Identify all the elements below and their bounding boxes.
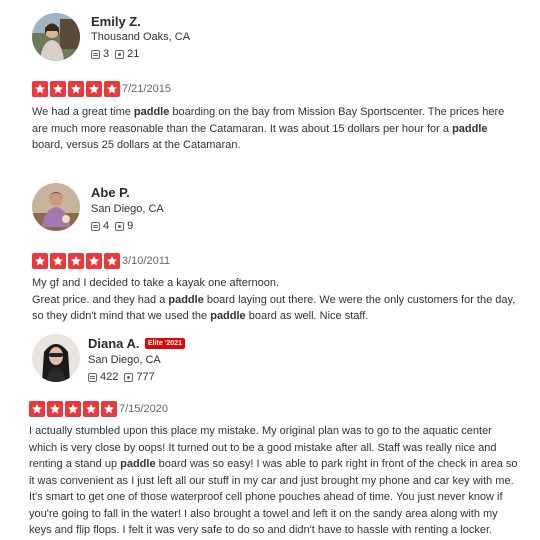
- user-photo-icon: [32, 334, 80, 382]
- avatar[interactable]: [32, 183, 80, 231]
- photo-count-icon: [124, 372, 134, 382]
- star-icon: [101, 401, 117, 417]
- reviewer-location: San Diego, CA: [88, 354, 161, 366]
- review-text-line: My gf and I decided to take a kayak one …: [32, 277, 280, 289]
- review-text-line: Great price. and they had a paddle board…: [32, 293, 516, 306]
- review-text-line: you're going to fall in the water! I als…: [29, 507, 498, 520]
- photo-count-icon: [115, 49, 125, 59]
- review-text-line: which is very close by oops! It turned o…: [29, 441, 497, 454]
- star-icon: [32, 253, 48, 269]
- review-count: 3: [103, 48, 110, 60]
- review-text-line: It's smart to get one of those waterproo…: [29, 491, 503, 503]
- review-text-line: so they didn't mind that we used the pad…: [32, 310, 369, 322]
- reviewer-name[interactable]: Abe P.: [91, 185, 130, 200]
- review-text-line: We had a great time paddle boarding on t…: [32, 106, 505, 118]
- star-rating: [32, 253, 120, 269]
- review-text-line: are much more reasonable than the Catama…: [32, 122, 488, 135]
- avatar[interactable]: [32, 334, 80, 382]
- review-count: 422: [100, 371, 119, 383]
- keyword-highlight: paddle: [120, 458, 156, 470]
- review-count: 4: [103, 220, 110, 232]
- avatar[interactable]: [32, 13, 80, 61]
- review-text-line: renting a stand up paddle board was so e…: [29, 458, 518, 470]
- review-count-icon: [88, 372, 97, 382]
- user-photo-icon: [32, 13, 80, 61]
- review-date: 3/10/2011: [122, 255, 171, 267]
- star-rating: [29, 401, 117, 417]
- review-text-line: keys and flip flops. I felt it was very …: [29, 524, 493, 536]
- review-text: I actually stumbled upon this place my m…: [29, 423, 518, 539]
- elite-badge: Elite '2021: [145, 338, 185, 349]
- star-icon: [86, 81, 102, 97]
- reviewer-location: San Diego, CA: [91, 203, 164, 215]
- star-icon: [68, 81, 84, 97]
- review-text: We had a great time paddle boarding on t…: [32, 104, 504, 154]
- review-count-icon: [91, 221, 100, 231]
- keyword-highlight: paddle: [452, 122, 488, 135]
- star-icon: [32, 81, 48, 97]
- review-text-line: it was convenient as I just left all our…: [29, 474, 514, 487]
- star-icon: [47, 401, 63, 417]
- review-text-line: I actually stumbled upon this place my m…: [29, 425, 492, 437]
- star-rating: [32, 81, 120, 97]
- photo-count: 777: [136, 371, 155, 383]
- keyword-highlight: paddle: [133, 106, 170, 118]
- star-icon: [50, 81, 66, 97]
- star-icon: [29, 401, 45, 417]
- star-icon: [104, 81, 120, 97]
- star-icon: [65, 401, 81, 417]
- star-icon: [50, 253, 66, 269]
- star-icon: [86, 253, 102, 269]
- reviewer-location: Thousand Oaks, CA: [91, 31, 191, 43]
- review-text-line: board, versus 25 dollars at the Catamara…: [32, 139, 241, 151]
- review-date: 7/21/2015: [122, 83, 171, 95]
- reviewer-stats: 422 777: [88, 371, 161, 383]
- user-photo-icon: [32, 183, 80, 231]
- review-count-icon: [91, 49, 100, 59]
- review-date: 7/15/2020: [119, 403, 168, 415]
- photo-count: 21: [127, 48, 140, 60]
- star-icon: [104, 253, 120, 269]
- photo-count: 9: [127, 220, 134, 232]
- star-icon: [83, 401, 99, 417]
- reviewer-name[interactable]: Emily Z.: [91, 14, 141, 29]
- review-text: My gf and I decided to take a kayak one …: [32, 275, 515, 325]
- reviewer-name[interactable]: Diana A.: [88, 336, 140, 351]
- reviewer-stats: 4 9: [91, 220, 139, 232]
- star-icon: [68, 253, 84, 269]
- keyword-highlight: paddle: [168, 293, 204, 306]
- reviewer-stats: 3 21: [91, 48, 145, 60]
- keyword-highlight: paddle: [210, 310, 246, 322]
- photo-count-icon: [115, 221, 125, 231]
